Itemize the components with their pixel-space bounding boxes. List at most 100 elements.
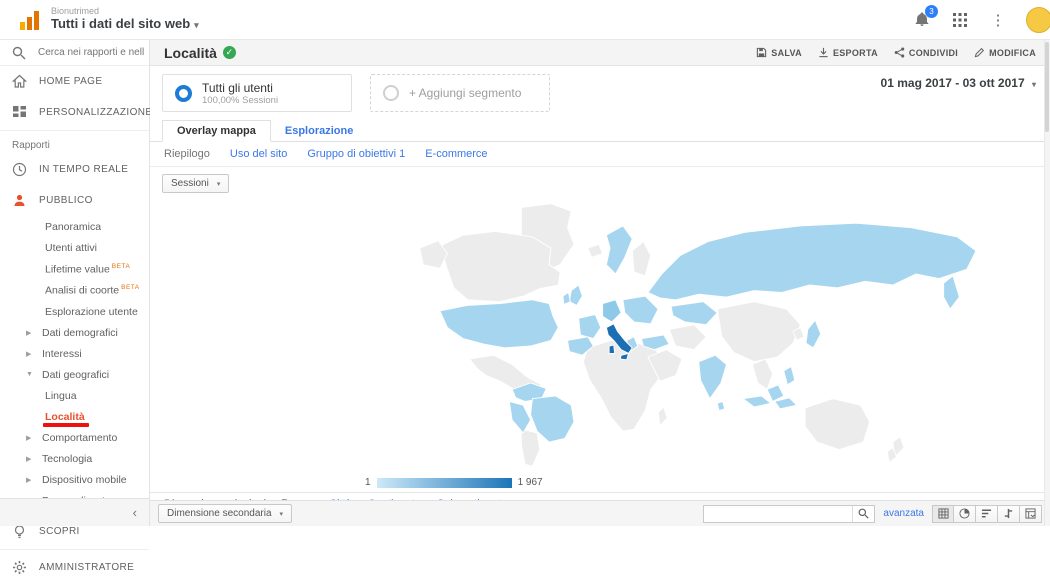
segment-ring-icon — [383, 85, 399, 101]
download-icon — [818, 47, 829, 58]
chevron-right-icon: ▶ — [26, 350, 34, 358]
report-toolbar: Località ✓ SALVA ESPORTA CONDIVIDI MODIF… — [150, 40, 1050, 66]
table-search-button[interactable] — [852, 506, 874, 522]
search-icon — [12, 46, 26, 60]
sidebar-item-audience[interactable]: PUBBLICO — [0, 185, 149, 216]
property-name: Tutti i dati del sito web▾ — [51, 17, 199, 31]
app-header: Bionutrimed Tutti i dati del sito web▾ 3… — [0, 0, 1050, 40]
subnav-gruppo-obiettivi[interactable]: Gruppo di obiettivi 1 — [307, 148, 405, 160]
table-toolbar: Dimensione secondaria▾ avanzata — [150, 500, 1050, 526]
save-icon — [756, 47, 767, 58]
sidebar-item-customization[interactable]: PERSONALIZZAZIONE — [0, 97, 149, 128]
date-range-picker[interactable]: 01 mag 2017 - 03 ott 2017 ▾ — [881, 76, 1036, 90]
sidebar-item-lingua[interactable]: Lingua — [0, 385, 149, 406]
main-content: Località ✓ SALVA ESPORTA CONDIVIDI MODIF… — [150, 40, 1050, 526]
sidebar-item-lifetime-value[interactable]: Lifetime valueBETA — [0, 258, 149, 280]
pencil-icon — [974, 47, 985, 58]
report-tabs: Overlay mappa Esplorazione — [150, 118, 1050, 142]
beta-badge: BETA — [121, 284, 140, 291]
report-subnav: Riepilogo Uso del sito Gruppo di obietti… — [150, 142, 1050, 167]
export-button[interactable]: ESPORTA — [818, 47, 878, 58]
chevron-down-icon: ▼ — [26, 371, 34, 378]
geo-map-panel: 1 1 967 — [150, 200, 1050, 492]
lightbulb-icon — [12, 524, 27, 539]
analytics-logo-icon — [20, 10, 39, 30]
red-underline-annotation — [43, 423, 89, 427]
chevron-down-icon: ▾ — [280, 510, 284, 518]
subnav-ecommerce[interactable]: E-commerce — [425, 148, 487, 160]
chevron-right-icon: ▶ — [26, 434, 34, 442]
sidebar-item-esplorazione-utente[interactable]: Esplorazione utente — [0, 301, 149, 322]
advanced-search-link[interactable]: avanzata — [883, 508, 924, 519]
sidebar: HOME PAGE PERSONALIZZAZIONE Rapporti IN … — [0, 40, 150, 526]
legend-gradient — [377, 478, 512, 488]
sidebar-item-home[interactable]: HOME PAGE — [0, 66, 149, 97]
search-input[interactable] — [36, 46, 146, 59]
table-search-input[interactable] — [704, 506, 852, 522]
view-switcher — [932, 505, 1042, 523]
beta-badge: BETA — [112, 263, 131, 270]
sidebar-item-interessi[interactable]: ▶Interessi — [0, 343, 149, 364]
sidebar-search[interactable] — [0, 40, 149, 66]
notification-badge: 3 — [925, 5, 938, 18]
map-legend: 1 1 967 — [365, 477, 543, 488]
edit-button[interactable]: MODIFICA — [974, 47, 1036, 58]
chevron-down-icon: ▾ — [1032, 80, 1036, 89]
sidebar-item-localita[interactable]: Località — [0, 406, 149, 427]
pivot-view-icon[interactable] — [1020, 505, 1042, 523]
sidebar-section-rapporti: Rapporti — [0, 133, 149, 154]
sidebar-item-tecnologia[interactable]: ▶Tecnologia — [0, 448, 149, 469]
add-segment-button[interactable]: + Aggiungi segmento — [370, 74, 550, 112]
sidebar-item-admin[interactable]: AMMINISTRATORE — [0, 552, 149, 583]
segment-name: Tutti gli utenti — [202, 81, 278, 95]
sidebar-item-utenti-attivi[interactable]: Utenti attivi — [0, 237, 149, 258]
data-table-view-icon[interactable] — [932, 505, 954, 523]
avatar[interactable] — [1026, 7, 1050, 33]
tab-overlay-mappa[interactable]: Overlay mappa — [162, 120, 271, 142]
notifications-bell-icon[interactable]: 3 — [912, 10, 932, 30]
person-icon — [12, 193, 27, 208]
save-button[interactable]: SALVA — [756, 47, 802, 58]
chevron-right-icon: ▶ — [26, 329, 34, 337]
subnav-riepilogo[interactable]: Riepilogo — [164, 148, 210, 160]
table-search — [703, 505, 875, 523]
comparison-view-icon[interactable] — [998, 505, 1020, 523]
performance-view-icon[interactable] — [976, 505, 998, 523]
account-switcher[interactable]: Bionutrimed Tutti i dati del sito web▾ — [51, 7, 199, 31]
sidebar-footer: ‹ — [0, 498, 149, 526]
home-icon — [12, 74, 27, 89]
collapse-sidebar-icon[interactable]: ‹ — [133, 505, 137, 520]
share-button[interactable]: CONDIVIDI — [894, 47, 958, 58]
share-icon — [894, 47, 905, 58]
customization-icon — [12, 105, 27, 120]
sidebar-item-dati-demografici[interactable]: ▶Dati demografici — [0, 322, 149, 343]
apps-grid-icon[interactable] — [950, 10, 970, 30]
world-map[interactable] — [388, 200, 1028, 468]
verified-check-icon: ✓ — [223, 46, 236, 59]
chevron-down-icon: ▾ — [194, 20, 199, 30]
vertical-scrollbar[interactable] — [1044, 40, 1050, 526]
sidebar-item-panoramica[interactable]: Panoramica — [0, 216, 149, 237]
segment-donut-icon — [175, 85, 192, 102]
page-title: Località — [164, 45, 217, 61]
chevron-right-icon: ▶ — [26, 455, 34, 463]
legend-min: 1 — [365, 477, 371, 488]
metric-selector[interactable]: Sessioni▾ — [162, 174, 229, 193]
clock-icon — [12, 162, 27, 177]
chevron-right-icon: ▶ — [26, 476, 34, 484]
sidebar-item-dispositivo-mobile[interactable]: ▶Dispositivo mobile — [0, 469, 149, 490]
sidebar-item-realtime[interactable]: IN TEMPO REALE — [0, 154, 149, 185]
gear-icon — [12, 560, 27, 575]
percentage-view-icon[interactable] — [954, 505, 976, 523]
sidebar-item-dati-geografici[interactable]: ▼Dati geografici — [0, 364, 149, 385]
tab-esplorazione[interactable]: Esplorazione — [271, 121, 367, 141]
segment-all-users[interactable]: Tutti gli utenti 100,00% Sessioni — [162, 74, 352, 112]
secondary-dimension-selector[interactable]: Dimensione secondaria▾ — [158, 504, 292, 523]
subnav-uso-del-sito[interactable]: Uso del sito — [230, 148, 287, 160]
segment-detail: 100,00% Sessioni — [202, 95, 278, 106]
sidebar-item-comportamento[interactable]: ▶Comportamento — [0, 427, 149, 448]
overflow-menu-icon[interactable]: ⋮ — [988, 10, 1008, 30]
legend-max: 1 967 — [518, 477, 543, 488]
chevron-down-icon: ▾ — [217, 180, 221, 188]
sidebar-item-analisi-coorte[interactable]: Analisi di coorteBETA — [0, 280, 149, 302]
